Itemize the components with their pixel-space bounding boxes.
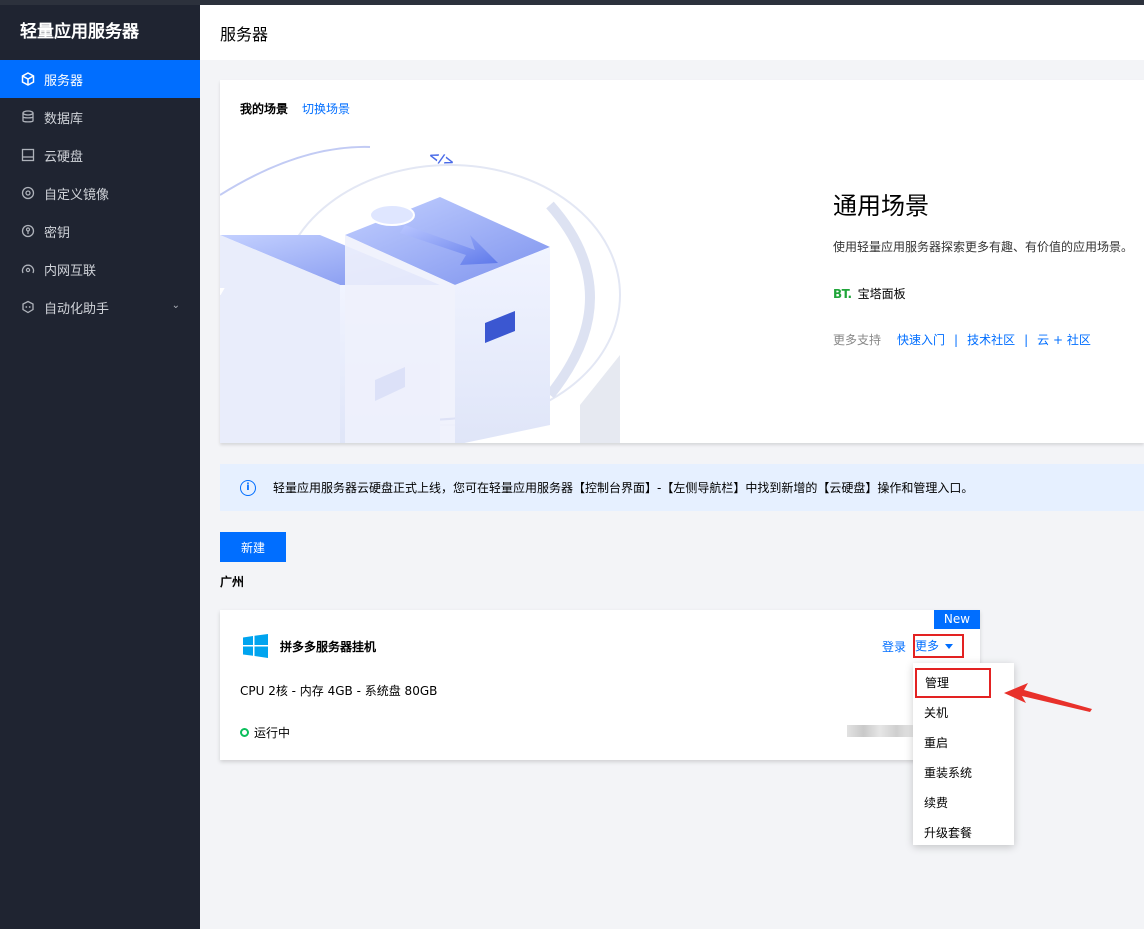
server-name: 拼多多服务器挂机 [280, 640, 377, 654]
sidebar-item-database[interactable]: 数据库 [0, 98, 200, 136]
sidebar-item-custom-image[interactable]: 自定义镜像 [0, 174, 200, 212]
sidebar-item-server[interactable]: 服务器 [0, 60, 200, 98]
link-separator: | [954, 332, 959, 347]
status-text: 运行中 [254, 726, 291, 740]
tech-community-link[interactable]: 技术社区 [967, 331, 1015, 348]
page-title: 服务器 [220, 25, 269, 44]
new-badge: New [934, 610, 980, 629]
robot-icon [20, 299, 36, 315]
bt-logo-icon: BT. [833, 286, 852, 301]
menu-item-restart[interactable]: 重启 [913, 728, 1014, 758]
running-status-icon [240, 728, 249, 737]
more-support-label: 更多支持 [833, 333, 882, 347]
menu-item-reinstall[interactable]: 重装系统 [913, 758, 1014, 788]
more-dropdown-menu: 管理 关机 重启 重装系统 续费 升级套餐 [913, 663, 1014, 845]
link-separator: | [1024, 332, 1029, 347]
sidebar-item-disk[interactable]: 云硬盘 [0, 136, 200, 174]
image-icon [20, 185, 36, 201]
sidebar-item-label: 自定义镜像 [44, 187, 110, 203]
cloud-community-link[interactable]: 云 + 社区 [1037, 331, 1091, 348]
network-icon [20, 261, 36, 277]
menu-item-manage[interactable]: 管理 [915, 668, 991, 698]
sidebar-item-label: 内网互联 [44, 263, 97, 279]
bt-panel-item[interactable]: BT. 宝塔面板 [833, 285, 906, 302]
server-spec: CPU 2核 - 内存 4GB - 系统盘 80GB [240, 684, 438, 698]
sidebar-item-automation[interactable]: 自动化助手 ⌄ [0, 288, 200, 326]
sidebar-item-key[interactable]: 密钥 [0, 212, 200, 250]
notice-text: 轻量应用服务器云硬盘正式上线，您可在轻量应用服务器【控制台界面】-【左侧导航栏】… [273, 481, 974, 495]
sidebar-item-label: 密钥 [44, 225, 71, 241]
scene-description: 使用轻量应用服务器探索更多有趣、有价值的应用场景。 [833, 240, 1134, 254]
sidebar-item-label: 数据库 [44, 111, 84, 127]
caret-down-icon [945, 644, 954, 649]
redacted-ip [847, 725, 913, 737]
server-status: 运行中 [240, 724, 290, 741]
new-server-button[interactable]: 新建 [220, 532, 286, 562]
windows-icon [243, 634, 268, 658]
page-header: 服务器 [200, 0, 1144, 60]
database-icon [20, 109, 36, 125]
support-links: 更多支持 快速入门 | 技术社区 | 云 + 社区 [833, 331, 1091, 348]
sidebar-item-network[interactable]: 内网互联 [0, 250, 200, 288]
sidebar-item-label: 云硬盘 [44, 149, 84, 165]
sidebar-item-label: 服务器 [44, 73, 84, 89]
switch-scene-link[interactable]: 切换场景 [302, 100, 350, 117]
sidebar-title: 轻量应用服务器 [20, 22, 139, 42]
more-label: 更多 [915, 639, 940, 653]
region-label: 广州 [220, 575, 245, 589]
quick-start-link[interactable]: 快速入门 [897, 331, 945, 348]
disk-icon [20, 147, 36, 163]
cube-icon [20, 71, 36, 87]
more-dropdown-button[interactable]: 更多 [913, 634, 964, 658]
chevron-down-icon[interactable]: ⌄ [172, 300, 180, 311]
menu-item-shutdown[interactable]: 关机 [913, 698, 1014, 728]
my-scene-label: 我的场景 [240, 102, 289, 116]
bt-panel-label: 宝塔面板 [857, 287, 906, 301]
scene-name: 通用场景 [833, 192, 929, 220]
annotation-arrow-icon [1004, 683, 1092, 712]
scene-card: 我的场景 切换场景 </> 通用场景 使用轻量应用服务器探索更多有趣、有价值的应… [220, 80, 1144, 443]
menu-item-upgrade[interactable]: 升级套餐 [913, 818, 1014, 848]
menu-item-renew[interactable]: 续费 [913, 788, 1014, 818]
info-icon: i [240, 479, 256, 496]
key-icon [20, 223, 36, 239]
notice-bar: i 轻量应用服务器云硬盘正式上线，您可在轻量应用服务器【控制台界面】-【左侧导航… [220, 464, 1144, 511]
sidebar: 轻量应用服务器 服务器 数据库 云硬盘 自定义镜像 密钥 内网互联 自动化助手 … [0, 0, 200, 929]
sidebar-item-label: 自动化助手 [44, 301, 110, 317]
server-illustration [220, 145, 621, 443]
login-link[interactable]: 登录 [882, 638, 906, 655]
server-card[interactable]: New 拼多多服务器挂机 登录 更多 CPU 2核 - 内存 4GB - 系统盘… [220, 610, 980, 760]
